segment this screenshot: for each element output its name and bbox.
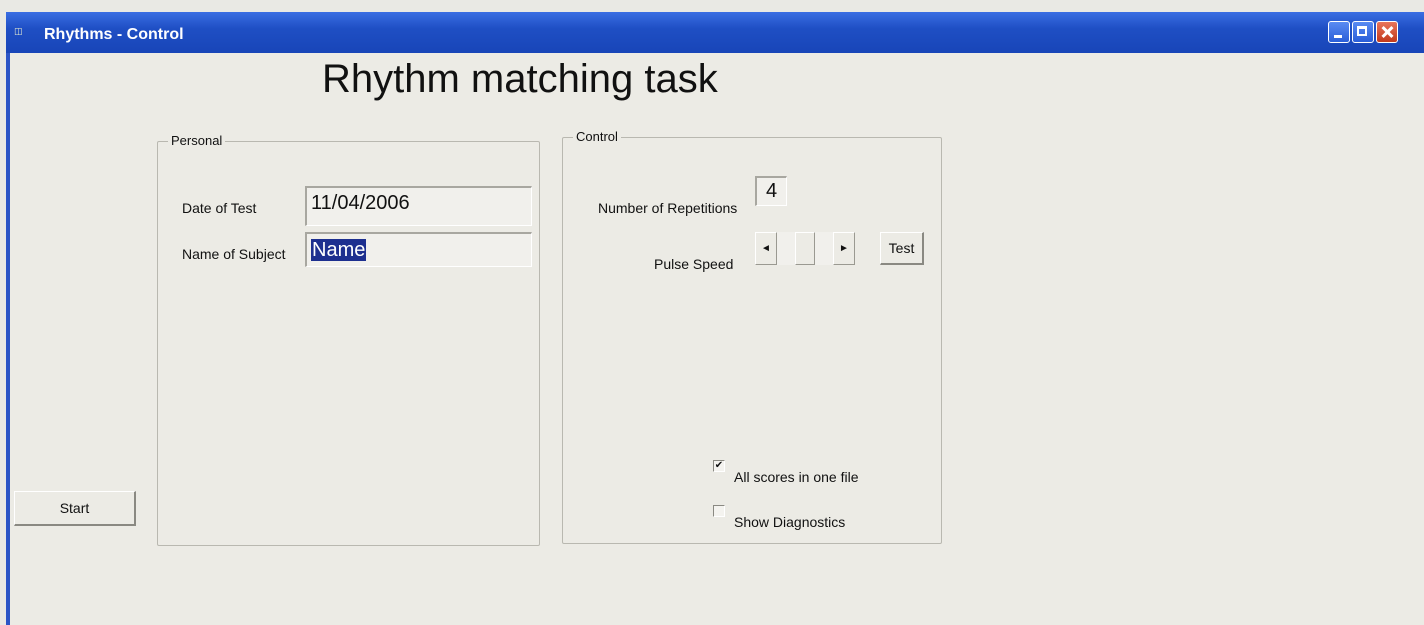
- window-title: Rhythms - Control: [44, 26, 184, 43]
- app-icon: ◫: [14, 27, 23, 37]
- test-button[interactable]: Test: [880, 232, 924, 265]
- repetitions-field[interactable]: 4: [755, 176, 787, 206]
- name-of-subject-value: Name: [311, 239, 367, 261]
- pulse-speed-thumb[interactable]: [795, 232, 815, 265]
- pulse-speed-slider[interactable]: ◄ ►: [755, 232, 855, 265]
- close-button[interactable]: [1376, 21, 1398, 43]
- control-group-legend: Control: [573, 129, 621, 144]
- name-of-subject-field[interactable]: Name: [305, 232, 532, 267]
- name-of-subject-label: Name of Subject: [182, 246, 286, 262]
- repetitions-label: Number of Repetitions: [598, 200, 738, 216]
- scroll-left-arrow-icon[interactable]: ◄: [755, 232, 777, 265]
- personal-group-legend: Personal: [168, 133, 226, 148]
- start-button[interactable]: Start: [14, 491, 136, 526]
- all-scores-checkbox[interactable]: ✔: [713, 460, 725, 472]
- maximize-button[interactable]: [1352, 21, 1374, 43]
- title-bar[interactable]: ◫ Rhythms - Control: [6, 12, 1424, 53]
- scroll-right-arrow-icon[interactable]: ►: [833, 232, 855, 265]
- all-scores-label: All scores in one file: [734, 469, 859, 485]
- show-diagnostics-label: Show Diagnostics: [734, 514, 846, 530]
- date-of-test-label: Date of Test: [182, 200, 257, 216]
- show-diagnostics-checkbox[interactable]: [713, 505, 725, 517]
- page-title: Rhythm matching task: [322, 57, 718, 101]
- date-of-test-field[interactable]: 11/04/2006: [305, 186, 532, 226]
- pulse-speed-label: Pulse Speed: [654, 256, 734, 272]
- minimize-button[interactable]: [1328, 21, 1350, 43]
